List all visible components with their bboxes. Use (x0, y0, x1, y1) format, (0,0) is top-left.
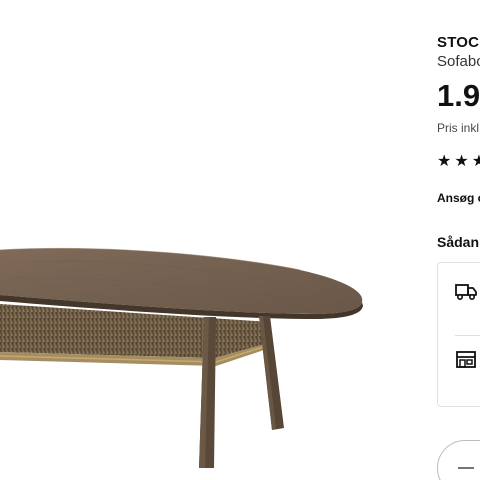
option-divider (455, 335, 480, 336)
store-icon (456, 351, 476, 368)
price-note: Pris inkl (437, 121, 480, 135)
finance-link[interactable]: Ansøg o (437, 191, 480, 205)
truck-icon (455, 284, 477, 301)
delivery-heading: Sådan (437, 234, 480, 250)
product-image (0, 247, 363, 468)
minus-icon[interactable] (458, 467, 474, 469)
quantity-stepper[interactable] (437, 440, 480, 480)
rating-stars[interactable]: ★★★ (437, 151, 480, 171)
delivery-options-box (437, 262, 480, 407)
product-price: 1.9 (437, 78, 480, 113)
product-info-panel: STOCKHOLM Sofabord 1.9 Pris inkl ★★★ Ans… (437, 0, 480, 480)
product-subtitle: Sofabord (437, 53, 480, 70)
product-title[interactable]: STOCKHOLM (437, 34, 480, 51)
